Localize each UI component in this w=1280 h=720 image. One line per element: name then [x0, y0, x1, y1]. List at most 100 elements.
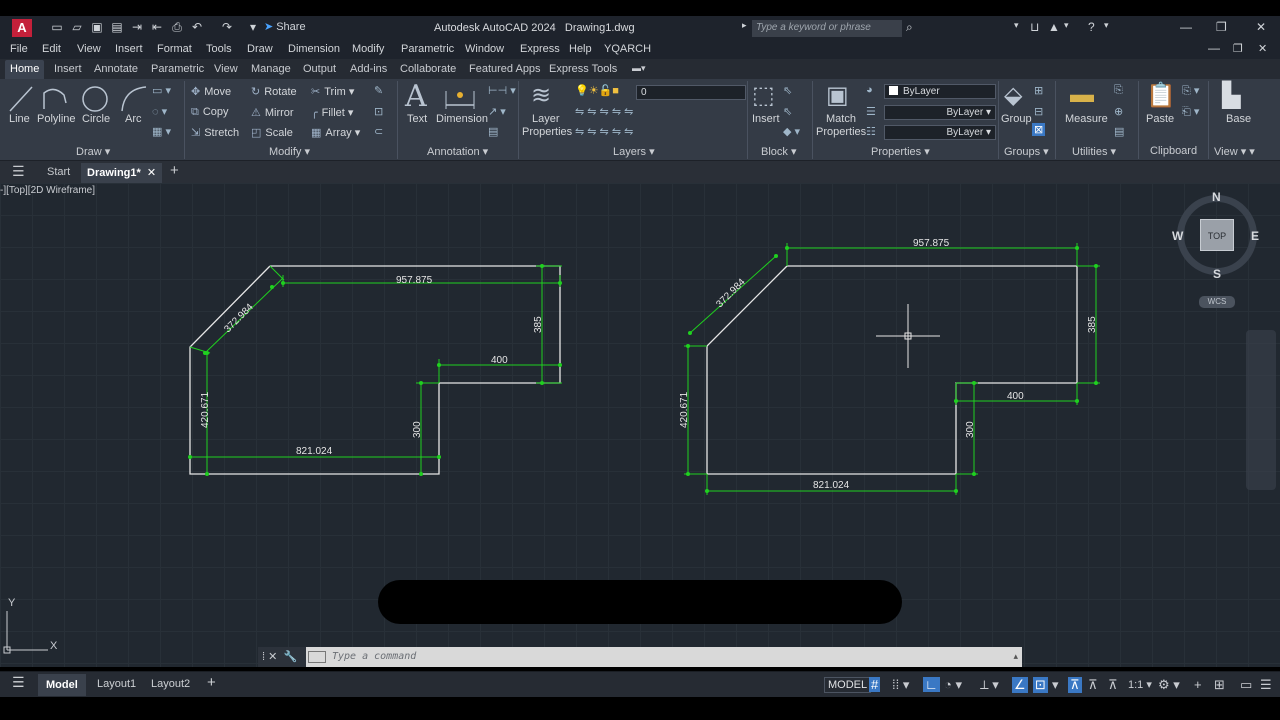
- navigation-bar[interactable]: [1246, 330, 1276, 490]
- paste-button[interactable]: Paste: [1146, 113, 1174, 125]
- tab-model[interactable]: Model: [38, 674, 86, 696]
- line-button[interactable]: Line: [9, 113, 30, 125]
- annotation-panel-title[interactable]: Annotation ▾: [427, 145, 488, 158]
- menu-file[interactable]: File: [10, 43, 28, 55]
- add-icon[interactable]: +: [1194, 677, 1202, 692]
- osnap-dropdown-icon[interactable]: ▾: [1052, 677, 1059, 693]
- close-command-icon[interactable]: ⁞ ✕: [262, 651, 277, 663]
- tab-manage[interactable]: Manage: [251, 63, 291, 75]
- search-icon[interactable]: ⌕: [906, 20, 913, 35]
- ungroup-icon[interactable]: ⊞: [1034, 84, 1043, 97]
- share-button[interactable]: ➤ Share: [264, 20, 306, 33]
- tab-express-tools[interactable]: Express Tools: [549, 63, 617, 75]
- command-history-icon[interactable]: ▴: [1013, 651, 1018, 662]
- hatch-icon[interactable]: ◌ ▾: [152, 105, 167, 118]
- doc-close-icon[interactable]: ✕: [1258, 42, 1267, 55]
- base-button[interactable]: Base: [1226, 113, 1251, 125]
- search-input[interactable]: Type a keyword or phrase: [752, 20, 902, 37]
- open-file-icon[interactable]: ▱: [70, 20, 84, 34]
- workspace-gear-icon[interactable]: ⚙ ▾: [1158, 677, 1180, 693]
- table-icon[interactable]: ▤: [488, 125, 498, 138]
- group-button[interactable]: Group: [1001, 113, 1032, 125]
- menu-window[interactable]: Window: [465, 43, 504, 55]
- snap-icon[interactable]: ⁞⁞ ▾: [892, 677, 909, 693]
- autodesk-app-icon[interactable]: ▲: [1048, 20, 1060, 34]
- object-snap-tracking-icon[interactable]: ∠: [1012, 677, 1028, 693]
- polyline-button[interactable]: Polyline: [37, 113, 76, 125]
- tab-output[interactable]: Output: [303, 63, 336, 75]
- draw-panel-title[interactable]: Draw ▾: [76, 145, 110, 158]
- new-file-icon[interactable]: ▭: [50, 20, 64, 34]
- export-icon[interactable]: ⇤: [150, 20, 164, 34]
- layers-panel-title[interactable]: Layers ▾: [613, 145, 655, 158]
- drawing-canvas[interactable]: -][Top][2D Wireframe] 957.875 372.984 38…: [0, 183, 1280, 667]
- compass-east[interactable]: E: [1251, 229, 1259, 243]
- polar-icon[interactable]: ◔ ▾: [944, 677, 962, 693]
- move-button[interactable]: ✥ Move: [191, 85, 231, 98]
- layer-tools-row-1[interactable]: ⇋ ⇋ ⇋ ⇋ ⇋: [575, 105, 633, 118]
- hamburger-menu-icon[interactable]: ☰: [12, 163, 25, 180]
- menu-parametric[interactable]: Parametric: [401, 43, 454, 55]
- groups-panel-title[interactable]: Groups ▾: [1004, 145, 1049, 158]
- menu-modify[interactable]: Modify: [352, 43, 384, 55]
- doc-restore-icon[interactable]: ❐: [1233, 42, 1243, 55]
- annotation-scale-icon[interactable]: ⊼: [1108, 677, 1118, 693]
- gradient-icon[interactable]: ▦ ▾: [152, 125, 171, 138]
- app-dropdown-icon[interactable]: ▾: [1064, 20, 1069, 31]
- edit-block-icon[interactable]: ⇖: [783, 105, 792, 118]
- model-space-toggle[interactable]: MODEL: [824, 677, 872, 693]
- viewcube-top-face[interactable]: TOP: [1200, 219, 1234, 251]
- color-dropdown[interactable]: ByLayer: [884, 84, 996, 99]
- text-button[interactable]: Text: [407, 113, 427, 125]
- insert-button[interactable]: Insert: [752, 113, 780, 125]
- restore-icon[interactable]: ❐: [1216, 20, 1227, 34]
- import-icon[interactable]: ⇥: [130, 20, 144, 34]
- menu-edit[interactable]: Edit: [42, 43, 61, 55]
- copy-button[interactable]: ⧉ Copy: [191, 106, 229, 119]
- cart-icon[interactable]: ⊔: [1030, 20, 1039, 34]
- close-icon[interactable]: ✕: [1256, 20, 1266, 34]
- tab-start[interactable]: Start: [47, 166, 70, 178]
- isodraft-icon[interactable]: ⟂ ▾: [980, 677, 999, 693]
- array-button[interactable]: ▦ Array ▾: [311, 126, 360, 139]
- plot-icon[interactable]: ⎙: [170, 20, 184, 34]
- arc-button[interactable]: Arc: [125, 113, 142, 125]
- view-panel-title[interactable]: View ▾ ▾: [1214, 145, 1255, 158]
- leader-icon[interactable]: ↗ ▾: [488, 105, 506, 118]
- tab-collaborate[interactable]: Collaborate: [400, 63, 456, 75]
- offset-icon[interactable]: ⊂: [374, 125, 383, 138]
- menu-insert[interactable]: Insert: [115, 43, 143, 55]
- stretch-button[interactable]: ⇲ Stretch: [191, 126, 239, 139]
- units-icon[interactable]: ⊞: [1214, 677, 1225, 693]
- tab-layout1[interactable]: Layout1: [97, 678, 136, 690]
- save-icon[interactable]: ▣: [90, 20, 104, 34]
- circle-button[interactable]: Circle: [82, 113, 110, 125]
- trim-button[interactable]: ✂ Trim ▾: [311, 85, 354, 98]
- ribbon-toggle-icon[interactable]: ▬▾: [632, 63, 646, 74]
- layout-menu-icon[interactable]: ☰: [12, 674, 25, 691]
- calculator-icon[interactable]: ▤: [1114, 125, 1124, 138]
- create-block-icon[interactable]: ⇖: [783, 84, 792, 97]
- tab-view[interactable]: View: [214, 63, 238, 75]
- layer-properties-button[interactable]: Layer: [532, 113, 560, 125]
- tab-layout2[interactable]: Layout2: [151, 678, 190, 690]
- layer-dropdown[interactable]: 0: [636, 85, 746, 100]
- command-line-tools[interactable]: ⁞ ✕ 🔧: [258, 647, 306, 667]
- close-tab-icon[interactable]: ✕: [147, 167, 156, 179]
- menu-tools[interactable]: Tools: [206, 43, 232, 55]
- compass-south[interactable]: S: [1213, 267, 1221, 281]
- linear-dim-icon[interactable]: ⊢⊣ ▾: [488, 84, 516, 97]
- utilities-panel-title[interactable]: Utilities ▾: [1072, 145, 1116, 158]
- menu-draw[interactable]: Draw: [247, 43, 273, 55]
- layer-tools-row-2[interactable]: ⇋ ⇋ ⇋ ⇋ ⇋: [575, 125, 633, 138]
- block-attr-icon[interactable]: ◆ ▾: [783, 125, 800, 138]
- group-select-icon[interactable]: ⊠: [1032, 123, 1046, 136]
- mirror-button[interactable]: ⚠ Mirror: [251, 106, 294, 119]
- wcs-menu[interactable]: WCS: [1199, 296, 1235, 308]
- help-dropdown-icon[interactable]: ▾: [1104, 20, 1109, 31]
- match-properties-button[interactable]: Match: [826, 113, 856, 125]
- doc-minimize-icon[interactable]: —: [1208, 41, 1220, 55]
- properties-panel-title[interactable]: Properties ▾: [871, 145, 930, 158]
- tab-parametric[interactable]: Parametric: [151, 63, 204, 75]
- copy-clip-icon[interactable]: ⎘ ▾: [1182, 84, 1199, 98]
